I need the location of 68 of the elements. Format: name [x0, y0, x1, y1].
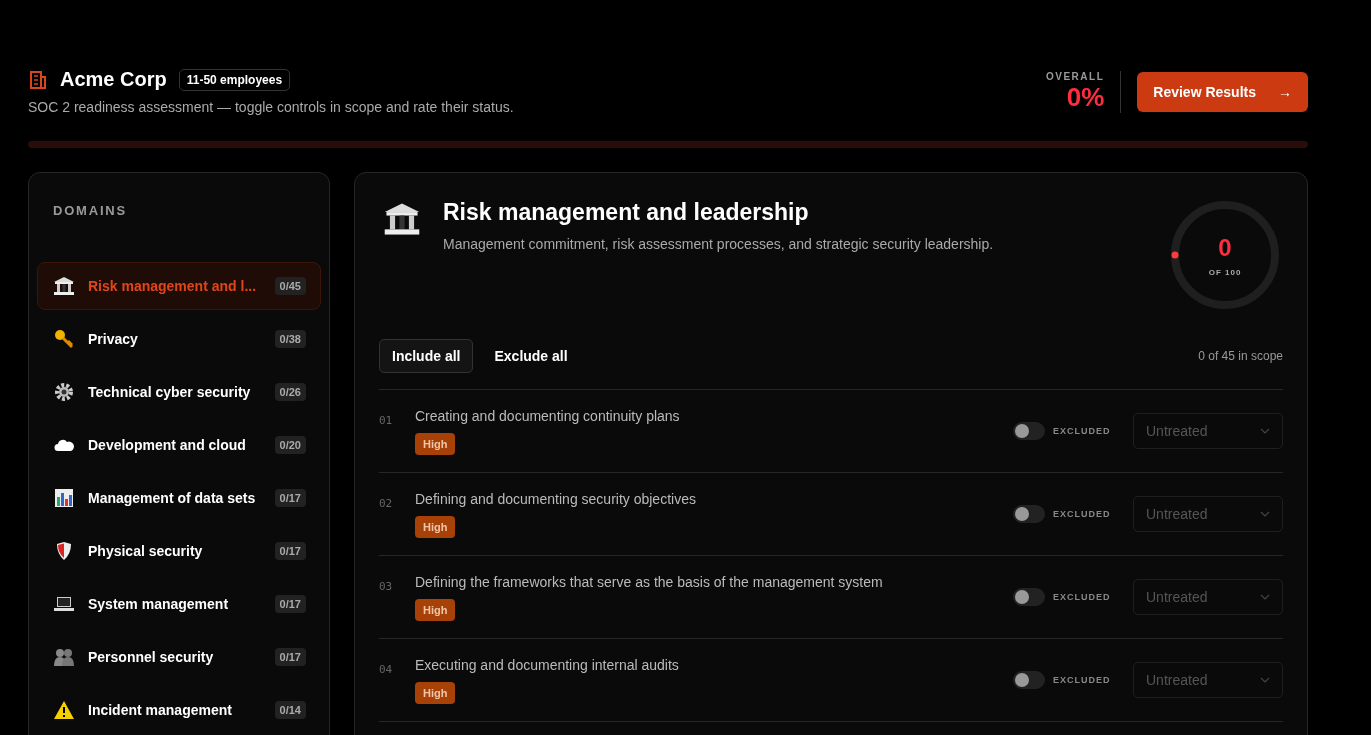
- score-caption: OF 100: [1208, 267, 1242, 277]
- sidebar-title: DOMAINS: [53, 203, 127, 218]
- bar-chart-icon: [55, 489, 73, 507]
- company-size-tag: 11-50 employees: [178, 68, 291, 91]
- gear-icon: [54, 382, 74, 402]
- toggle-state-label: EXCLUDED: [1053, 426, 1112, 436]
- control-number: 04: [379, 663, 394, 676]
- control-title: Executing and documenting internal audits: [415, 656, 679, 673]
- shield-icon: [56, 542, 72, 560]
- count-badge: 0/17: [274, 595, 306, 613]
- domain-item[interactable]: Physical security 0/17: [37, 527, 321, 575]
- domain-item[interactable]: Personnel security 0/17: [37, 633, 321, 681]
- domain-description: Management commitment, risk assessment processes, and strategic security leadership.: [443, 236, 995, 252]
- control-title: Defining and documenting security objectives: [415, 490, 696, 507]
- domain-item[interactable]: Risk management and l... 0/45: [37, 262, 321, 310]
- scope-toggle[interactable]: [1013, 588, 1045, 606]
- priority-tag: High: [415, 432, 456, 455]
- scope-toggle[interactable]: [1013, 505, 1045, 523]
- laptop-icon: [54, 596, 74, 612]
- domain-item[interactable]: Management of data sets 0/17: [37, 474, 321, 522]
- chevron-down-icon: [1260, 511, 1270, 517]
- control-title: Creating and documenting continuity plans: [415, 407, 680, 424]
- scope-count: 0 of 45 in scope: [1198, 349, 1283, 363]
- toggle-state-label: EXCLUDED: [1053, 509, 1112, 519]
- domain-item[interactable]: System management 0/17: [37, 580, 321, 628]
- domain-item[interactable]: Incident management 0/14: [37, 686, 321, 734]
- priority-tag: High: [415, 515, 456, 538]
- toggle-state-label: EXCLUDED: [1053, 592, 1112, 602]
- key-icon: [54, 329, 74, 349]
- domain-item[interactable]: Technical cyber security 0/26: [37, 368, 321, 416]
- company-name: Acme Corp: [60, 68, 167, 91]
- overall-label: OVERALL: [1046, 70, 1105, 82]
- count-badge: 0/45: [274, 277, 306, 295]
- domain-item[interactable]: Development and cloud 0/20: [37, 421, 321, 469]
- domain-title: Risk management and leadership: [443, 199, 810, 226]
- scope-toggle[interactable]: [1013, 422, 1045, 440]
- overall-score: 0%: [1066, 81, 1105, 113]
- count-badge: 0/26: [274, 383, 306, 401]
- control-title: Defining the frameworks that serve as the basis of the management system: [415, 573, 883, 590]
- chevron-down-icon: [1260, 677, 1270, 683]
- include-all-button[interactable]: Include all: [379, 339, 474, 373]
- control-number: 02: [379, 497, 394, 510]
- count-badge: 0/20: [274, 436, 306, 454]
- control-number: 01: [379, 414, 394, 427]
- people-icon: [54, 648, 74, 666]
- scope-toggle[interactable]: [1013, 671, 1045, 689]
- score-value: 0: [1218, 233, 1232, 262]
- control-number: 03: [379, 580, 394, 593]
- chevron-down-icon: [1260, 428, 1270, 434]
- building-icon: [28, 69, 48, 90]
- cloud-icon: [54, 438, 74, 452]
- priority-tag: High: [415, 598, 456, 621]
- page-subtitle: SOC 2 readiness assessment — toggle controls in scope and rate their status.: [28, 99, 514, 115]
- bank-icon: [53, 276, 75, 296]
- count-badge: 0/17: [274, 648, 306, 666]
- chevron-down-icon: [1260, 594, 1270, 600]
- toggle-state-label: EXCLUDED: [1053, 675, 1112, 685]
- count-badge: 0/17: [274, 489, 306, 507]
- arrow-icon: →: [1278, 83, 1292, 100]
- count-badge: 0/17: [274, 542, 306, 560]
- review-results-button[interactable]: Review Results →: [1137, 71, 1308, 112]
- exclude-all-button[interactable]: Exclude all: [481, 339, 581, 373]
- warning-icon: [54, 701, 74, 719]
- bank-icon: [383, 201, 421, 237]
- priority-tag: High: [415, 681, 456, 704]
- count-badge: 0/14: [274, 701, 306, 719]
- domain-item[interactable]: Privacy 0/38: [37, 315, 321, 363]
- count-badge: 0/38: [274, 330, 306, 348]
